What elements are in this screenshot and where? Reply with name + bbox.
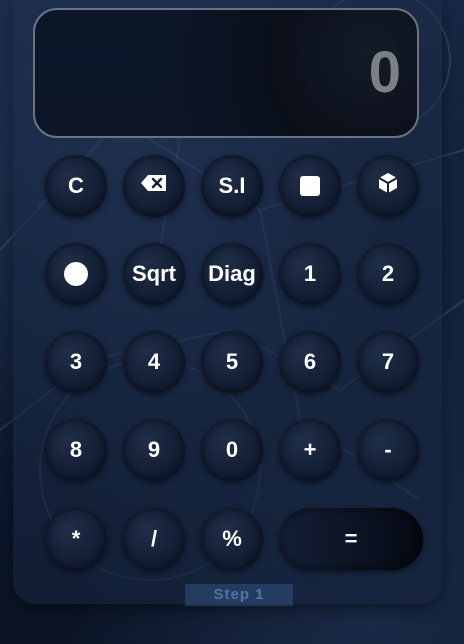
digit-7-button[interactable]: 7 (357, 331, 419, 393)
display-value: 0 (368, 40, 401, 105)
digit-0-button[interactable]: 0 (201, 419, 263, 481)
circle-icon (64, 262, 88, 286)
minus-label: - (384, 437, 392, 462)
minus-button[interactable]: - (357, 419, 419, 481)
equals-label: = (344, 526, 358, 551)
backspace-icon (140, 173, 168, 199)
plus-button[interactable]: + (279, 419, 341, 481)
display-screen: 0 (33, 8, 419, 138)
percent-label: % (222, 526, 242, 551)
multiply-label: * (71, 526, 81, 551)
cube-icon (376, 171, 400, 201)
sqrt-button[interactable]: Sqrt (123, 243, 185, 305)
equals-button[interactable]: = (279, 508, 423, 570)
digit-1-label: 1 (303, 261, 317, 286)
digit-2-button[interactable]: 2 (357, 243, 419, 305)
digit-4-button[interactable]: 4 (123, 331, 185, 393)
digit-3-label: 3 (69, 349, 83, 374)
digit-8-button[interactable]: 8 (45, 419, 107, 481)
background-step-label: Step 1 (185, 584, 293, 606)
percent-button[interactable]: % (201, 508, 263, 570)
cube-button[interactable] (357, 155, 419, 217)
clear-button[interactable]: C (45, 155, 107, 217)
plus-label: + (303, 437, 317, 462)
digit-4-label: 4 (147, 349, 161, 374)
digit-8-label: 8 (69, 437, 83, 462)
digit-5-label: 5 (225, 349, 239, 374)
si-button[interactable]: S.I (201, 155, 263, 217)
digit-3-button[interactable]: 3 (45, 331, 107, 393)
divide-label: / (150, 526, 158, 551)
square-button[interactable] (279, 155, 341, 217)
digit-5-button[interactable]: 5 (201, 331, 263, 393)
digit-7-label: 7 (381, 349, 395, 374)
sqrt-button-label: Sqrt (132, 261, 176, 286)
digit-9-button[interactable]: 9 (123, 419, 185, 481)
square-icon (300, 176, 320, 196)
diag-button[interactable]: Diag (201, 243, 263, 305)
divide-button[interactable]: / (123, 508, 185, 570)
diag-button-label: Diag (208, 261, 256, 286)
digit-2-label: 2 (381, 261, 395, 286)
backspace-button[interactable] (123, 155, 185, 217)
digit-6-button[interactable]: 6 (279, 331, 341, 393)
multiply-button[interactable]: * (45, 508, 107, 570)
digit-9-label: 9 (147, 437, 161, 462)
digit-6-label: 6 (303, 349, 317, 374)
digit-1-button[interactable]: 1 (279, 243, 341, 305)
digit-0-label: 0 (225, 437, 239, 462)
calculator-panel: 0 C S.I Sqrt Diag 1 2 3 4 5 6 7 8 9 0 + … (13, 0, 442, 604)
si-button-label: S.I (218, 173, 246, 198)
clear-button-label: C (68, 173, 84, 198)
circle-button[interactable] (45, 243, 107, 305)
